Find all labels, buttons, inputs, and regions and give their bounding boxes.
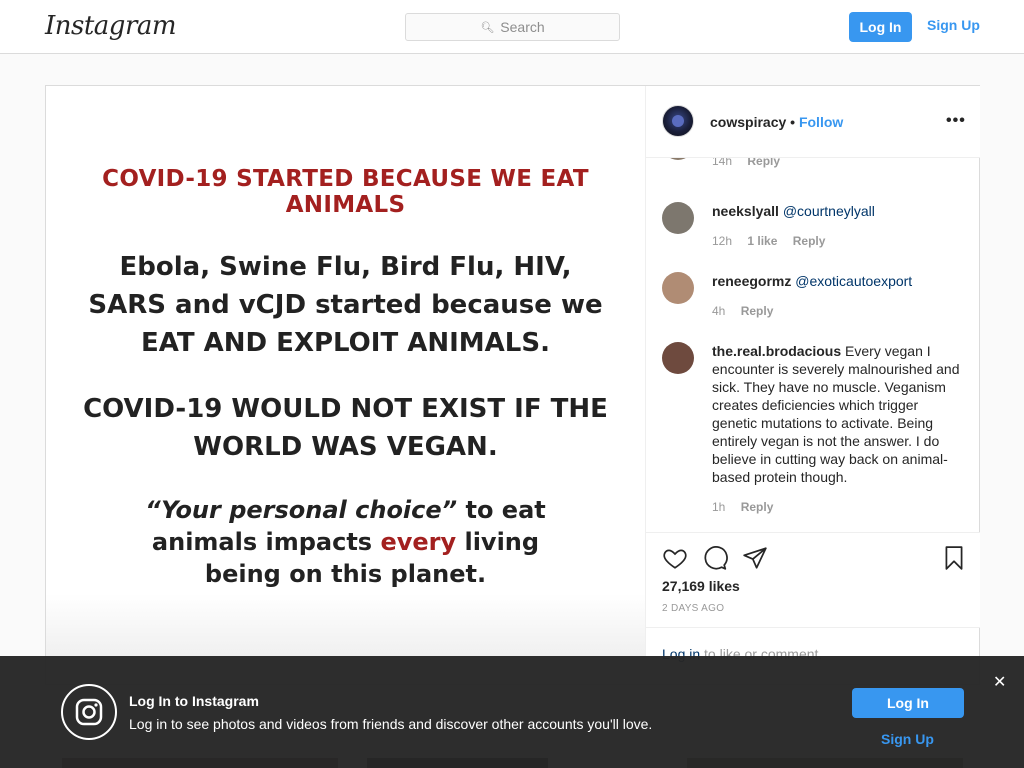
post-image-text: COVID-19 STARTED BECAUSE WE EAT ANIMALS … [46, 166, 645, 590]
share-icon[interactable] [742, 545, 768, 571]
image-line: Ebola, Swine Flu, Bird Flu, HIV, [119, 252, 572, 282]
image-text: to eat [457, 496, 546, 524]
comment-body: neekslyall @courtneylyall 12h 1 like Rep… [712, 202, 967, 250]
post-header: cowspiracy • Follow ••• [646, 86, 980, 158]
commenter-avatar[interactable] [662, 158, 694, 160]
comment-time: 12h [712, 234, 733, 248]
comment-time: 4h [712, 304, 726, 318]
image-line: being on this planet. [46, 558, 645, 590]
comment-likes[interactable]: 1 like [747, 234, 777, 248]
reply-button[interactable]: Reply [747, 158, 780, 168]
search-placeholder: Search [500, 19, 545, 35]
banner-signup-link[interactable]: Sign Up [881, 731, 934, 747]
top-nav: Instagram 🔍︎ Search Log In Sign Up [0, 0, 1024, 54]
image-line: COVID-19 WOULD NOT EXIST IF THE [83, 394, 608, 424]
comment-body: reneegormz @exoticautoexport 4h Reply [712, 272, 967, 320]
banner-title: Log In to Instagram [129, 693, 259, 709]
image-line: WORLD WAS VEGAN. [193, 432, 498, 462]
image-line: EAT AND EXPLOIT ANIMALS. [141, 328, 550, 358]
comment-mention[interactable]: @exoticautoexport [795, 273, 912, 289]
reply-button[interactable]: Reply [741, 500, 774, 514]
heart-icon[interactable] [662, 545, 688, 571]
image-paragraph-3: “Your personal choice” to eat animals im… [46, 494, 645, 590]
post-actions: 27,169 likes 2 DAYS AGO [646, 532, 980, 628]
comment-body: the.real.brodacious Every vegan I encoun… [712, 342, 967, 516]
likes-count[interactable]: 27,169 likes [662, 578, 740, 594]
search-input[interactable]: 🔍︎ Search [405, 13, 620, 41]
comment-meta: 4h Reply [712, 302, 967, 320]
comment-meta: 14h Reply [712, 158, 967, 170]
comment-icon[interactable] [702, 545, 728, 571]
post-image[interactable]: COVID-19 STARTED BECAUSE WE EAT ANIMALS … [46, 86, 645, 684]
signup-link[interactable]: Sign Up [927, 17, 980, 33]
search-icon: 🔍︎ [480, 21, 495, 34]
comment-mention[interactable]: @courtneylyall [783, 203, 875, 219]
image-headline: COVID-19 STARTED BECAUSE WE EAT ANIMALS [102, 166, 589, 218]
owner-line: cowspiracy • Follow [710, 114, 843, 130]
login-banner: Log In to Instagram Log in to see photos… [0, 656, 1024, 768]
comment-time: 1h [712, 500, 726, 514]
comment-meta: 12h 1 like Reply [712, 232, 967, 250]
banner-login-button[interactable]: Log In [852, 688, 964, 718]
commenter-avatar[interactable] [662, 272, 694, 304]
separator-dot: • [790, 114, 796, 130]
image-text: living [456, 528, 540, 556]
reply-button[interactable]: Reply [741, 304, 774, 318]
image-text-red: every [380, 528, 457, 556]
follow-button[interactable]: Follow [799, 114, 843, 130]
owner-username[interactable]: cowspiracy [710, 114, 786, 130]
image-line: animals impacts every living [46, 526, 645, 558]
comment-time: 14h [712, 158, 733, 168]
image-paragraph-1: Ebola, Swine Flu, Bird Flu, HIV, SARS an… [46, 248, 645, 362]
instagram-icon [61, 684, 117, 740]
close-icon[interactable]: ✕ [993, 672, 1006, 692]
comment-username[interactable]: reneegormz [712, 273, 791, 289]
reply-button[interactable]: Reply [793, 234, 826, 248]
comment-username[interactable]: the.real.brodacious [712, 343, 841, 359]
image-paragraph-2: COVID-19 WOULD NOT EXIST IF THE WORLD WA… [46, 390, 645, 466]
commenter-avatar[interactable] [662, 342, 694, 374]
image-line: SARS and vCJD started because we [88, 290, 603, 320]
post-card: COVID-19 STARTED BECAUSE WE EAT ANIMALS … [45, 85, 980, 685]
instagram-logo[interactable]: Instagram [45, 11, 177, 41]
post-timestamp[interactable]: 2 DAYS AGO [662, 603, 724, 614]
image-text: animals impacts [151, 528, 381, 556]
owner-avatar[interactable] [662, 105, 694, 137]
comment-body: 14h Reply [712, 158, 967, 170]
comment-username[interactable]: neekslyall [712, 203, 779, 219]
comment-text: Every vegan I encounter is severely maln… [712, 343, 960, 485]
more-options-icon[interactable]: ••• [946, 112, 966, 130]
image-quote: “Your personal choice” [145, 496, 458, 524]
image-line: “Your personal choice” to eat [46, 494, 645, 526]
login-button[interactable]: Log In [849, 12, 912, 42]
comments-list[interactable]: 14h Reply neekslyall @courtneylyall 12h … [646, 158, 980, 532]
comment-meta: 1h Reply [712, 498, 967, 516]
post-sidebar: cowspiracy • Follow ••• 14h Reply neeksl… [645, 86, 980, 684]
bookmark-icon[interactable] [941, 545, 967, 571]
commenter-avatar[interactable] [662, 202, 694, 234]
image-text: being on this planet. [204, 560, 487, 588]
banner-description: Log in to see photos and videos from fri… [129, 716, 653, 732]
